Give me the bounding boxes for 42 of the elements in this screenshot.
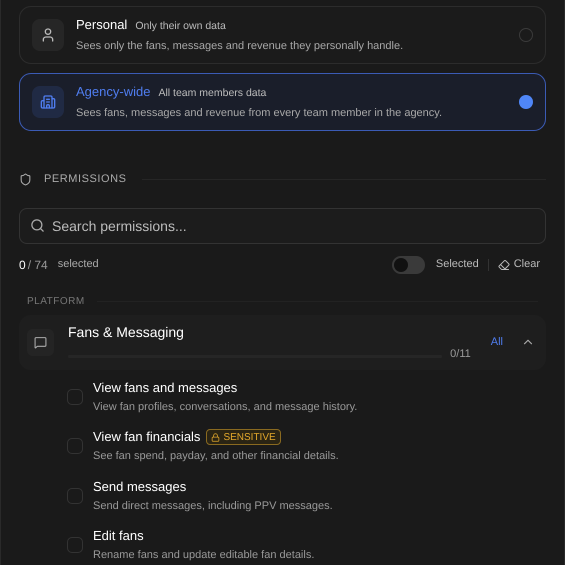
scope-description: Sees only the fans, messages and revenue they personally handle. — [76, 39, 404, 54]
scope-subtitle: All team members data — [158, 86, 266, 102]
search-icon — [30, 218, 45, 232]
selected-label: selected — [58, 257, 99, 272]
category-heading: PLATFORM — [27, 294, 85, 308]
checkbox[interactable] — [67, 488, 83, 504]
permission-description: See fan spend, payday, and other financial details. — [93, 449, 339, 464]
permission-description: View fan profiles, conversations, and message history. — [93, 400, 358, 414]
sensitive-badge: SENSITIVE — [206, 429, 281, 445]
permission-title: Edit fans — [93, 527, 144, 546]
scope-option[interactable]: Personal Only their own data Sees only the fans, messages and revenue they personally handle. — [19, 6, 546, 64]
building-icon — [32, 86, 64, 118]
person-icon — [32, 19, 64, 51]
scope-description: Sees fans, messages and revenue from every team member in the agency. — [76, 106, 444, 122]
total-count: / 74 — [28, 256, 48, 274]
permission-description: Rename fans and update editable fan details. — [93, 548, 314, 563]
toggle-label: Selected — [436, 257, 479, 272]
scope-title: Personal — [76, 16, 128, 34]
scope-subtitle: Only their own data — [135, 19, 226, 34]
clear-button[interactable]: Clear — [498, 256, 540, 273]
permission-description: Send direct messages, including PPV messages. — [93, 498, 333, 514]
selected-count: 0 — [19, 256, 26, 274]
checkbox[interactable] — [67, 537, 83, 554]
section-heading: PERMISSIONS — [44, 172, 126, 187]
checkbox[interactable] — [67, 388, 83, 405]
select-all-link[interactable]: All — [490, 334, 503, 350]
permission-title: Send messages — [93, 478, 186, 496]
group-title: Fans & Messaging — [68, 322, 185, 342]
shield-icon — [19, 172, 32, 186]
toggle-switch[interactable] — [392, 256, 425, 274]
radio-button[interactable] — [519, 95, 533, 109]
permission-title: View fan financials — [93, 428, 200, 446]
search-field[interactable]: Search permissions... — [19, 208, 546, 244]
eraser-icon — [498, 258, 510, 270]
message-icon — [27, 328, 54, 356]
permission-group[interactable]: Fans & Messaging 0/11 All — [19, 314, 546, 370]
scope-title: Agency-wide — [76, 83, 150, 102]
radio-button[interactable] — [519, 28, 533, 42]
scope-option[interactable]: Agency-wide All team members data Sees fans, messages and revenue from every team member in the agency. — [19, 73, 546, 131]
group-count: 0/11 — [450, 346, 471, 362]
checkbox[interactable] — [67, 438, 83, 454]
permission-title: View fans and messages — [93, 378, 238, 397]
